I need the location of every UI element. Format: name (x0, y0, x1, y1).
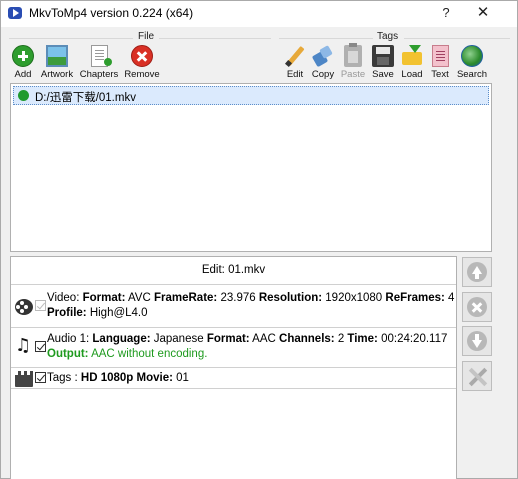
app-window: MkvToMp4 version 0.224 (x64) ? ✕ File Ta… (0, 0, 518, 479)
track-row-video[interactable]: Video: Format: AVC FrameRate: 23.976 Res… (11, 284, 456, 328)
copy-icon (312, 45, 334, 67)
audio-track-line-1: Audio 1: Language: Japanese Format: AAC … (47, 333, 448, 345)
chapters-icon (90, 45, 112, 67)
add-icon (12, 45, 34, 67)
track-row-audio[interactable]: Audio 1: Language: Japanese Format: AAC … (11, 328, 456, 368)
edit-title: Edit: 01.mkv (201, 264, 266, 276)
search-button[interactable]: Search (456, 45, 488, 83)
file-group-divider (9, 38, 133, 39)
audio-track-line-2: Output: AAC without encoding. (47, 348, 208, 360)
remove-circle-icon (467, 297, 487, 317)
file-path: D:/迅雷下载/01.mkv (35, 92, 136, 104)
text-document-icon (431, 45, 449, 67)
floppy-disk-icon (372, 45, 394, 67)
video-track-checkbox[interactable] (35, 300, 46, 311)
text-label: Text (431, 69, 449, 80)
paste-label: Paste (340, 69, 366, 80)
chapters-button[interactable]: Chapters (79, 45, 119, 83)
tags-group-divider-right (404, 38, 510, 39)
film-reel-icon (15, 299, 33, 315)
remove-button[interactable]: Remove (123, 45, 161, 83)
list-item[interactable]: D:/迅雷下载/01.mkv (13, 86, 489, 105)
title-bar: MkvToMp4 version 0.224 (x64) ? ✕ (1, 1, 517, 27)
chapters-label: Chapters (79, 69, 119, 80)
app-icon (8, 7, 22, 19)
arrow-down-icon (467, 331, 487, 351)
toolbar: File Tags Add Artwork Chapters Remove Ed… (1, 27, 517, 83)
file-group-label: File (138, 31, 155, 42)
file-group-divider-right (159, 38, 271, 39)
remove-icon (131, 45, 153, 67)
window-title: MkvToMp4 version 0.224 (x64) (29, 6, 194, 20)
music-note-icon (15, 335, 33, 356)
copy-label: Copy (311, 69, 335, 80)
track-row-tags[interactable]: Tags : HD 1080p Movie: 01 (11, 368, 456, 389)
remove-label: Remove (124, 69, 160, 80)
save-label: Save (372, 69, 394, 80)
add-label: Add (14, 69, 32, 80)
search-label: Search (456, 69, 488, 80)
paste-button[interactable]: Paste (339, 43, 367, 83)
tags-track-line: Tags : HD 1080p Movie: 01 (47, 372, 189, 384)
edit-panel: Edit: 01.mkv Video: Format: AVC FrameRat… (10, 256, 457, 479)
video-track-line-2: Profile: High@L4.0 (47, 307, 148, 319)
move-up-button[interactable] (462, 257, 492, 287)
clapperboard-icon (15, 371, 33, 387)
close-button[interactable]: ✕ (471, 3, 495, 23)
audio-track-checkbox[interactable] (35, 341, 46, 352)
help-button[interactable]: ? (434, 3, 458, 23)
tools-button[interactable] (462, 361, 492, 391)
tags-track-checkbox[interactable] (35, 372, 46, 383)
remove-track-button[interactable] (462, 292, 492, 322)
status-dot-icon (18, 90, 29, 101)
file-list[interactable]: D:/迅雷下载/01.mkv (10, 83, 492, 252)
arrow-up-icon (467, 262, 487, 282)
clipboard-icon (344, 43, 362, 67)
video-track-line-1: Video: Format: AVC FrameRate: 23.976 Res… (47, 292, 455, 304)
artwork-label: Artwork (40, 69, 74, 80)
add-button[interactable]: Add (10, 45, 36, 83)
load-label: Load (401, 69, 423, 80)
globe-search-icon (461, 45, 483, 67)
folder-load-icon (401, 45, 423, 67)
artwork-icon (46, 45, 68, 67)
tools-icon (467, 366, 489, 388)
move-down-button[interactable] (462, 326, 492, 356)
edit-button[interactable]: Edit (282, 45, 308, 83)
edit-label: Edit (286, 69, 304, 80)
save-button[interactable]: Save (370, 45, 396, 83)
load-button[interactable]: Load (399, 45, 425, 83)
copy-button[interactable]: Copy (309, 45, 337, 83)
text-button[interactable]: Text (428, 45, 452, 83)
tags-group-divider (279, 38, 373, 39)
pencil-icon (284, 45, 306, 67)
tags-group-label: Tags (377, 31, 399, 42)
artwork-button[interactable]: Artwork (39, 45, 75, 83)
